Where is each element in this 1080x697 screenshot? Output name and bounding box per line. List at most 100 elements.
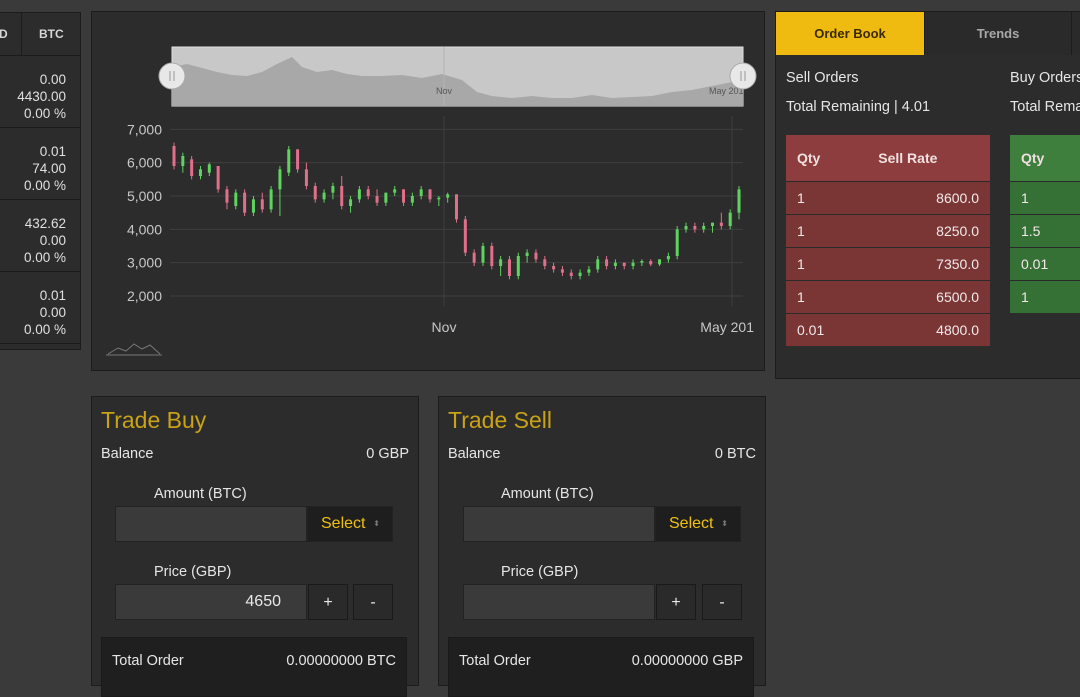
candle[interactable] xyxy=(287,146,291,176)
candle[interactable] xyxy=(349,196,353,213)
candle[interactable] xyxy=(463,216,467,256)
candle[interactable] xyxy=(322,189,326,203)
tab-trends[interactable]: Trends xyxy=(924,12,1072,55)
candle[interactable] xyxy=(366,186,370,200)
candle[interactable] xyxy=(225,186,229,210)
candle[interactable] xyxy=(702,222,706,233)
navigator-right-handle[interactable] xyxy=(729,62,757,90)
candle[interactable] xyxy=(587,266,591,276)
candle[interactable] xyxy=(737,186,741,220)
candle[interactable] xyxy=(419,186,423,200)
price-increment-button[interactable]: + xyxy=(308,584,348,620)
table-row[interactable]: 1 7350.0 xyxy=(786,247,990,281)
candle[interactable] xyxy=(190,156,194,180)
amount-input[interactable] xyxy=(463,506,655,542)
table-row[interactable]: 432.62 0.00 0.00 % xyxy=(0,200,80,272)
candlestick-plot[interactable] xyxy=(170,116,743,306)
candle[interactable] xyxy=(569,269,573,280)
price-input[interactable] xyxy=(463,584,655,620)
candle[interactable] xyxy=(172,142,176,170)
candle[interactable] xyxy=(446,192,450,203)
candle[interactable] xyxy=(437,196,441,206)
candle[interactable] xyxy=(622,262,626,270)
table-row[interactable]: 0.00 4430.00 0.00 % xyxy=(0,56,80,128)
candle[interactable] xyxy=(578,269,582,280)
table-row[interactable]: 1.5 xyxy=(1010,214,1080,248)
candle[interactable] xyxy=(543,256,547,270)
candle[interactable] xyxy=(198,166,202,180)
tab-extra[interactable] xyxy=(1072,12,1080,55)
candle[interactable] xyxy=(313,182,317,203)
candle[interactable] xyxy=(384,192,388,206)
candle[interactable] xyxy=(613,259,617,270)
price-chart-panel: Nov May 201 7,000 6,000 5,000 4,000 3,000 2,0… xyxy=(91,11,765,371)
candle[interactable] xyxy=(428,189,432,203)
amount-input[interactable] xyxy=(115,506,307,542)
table-row[interactable]: 0.01 xyxy=(1010,247,1080,281)
table-row[interactable]: 1 8250.0 xyxy=(786,214,990,248)
column-header-qty[interactable]: Qty xyxy=(1010,135,1080,182)
candle[interactable] xyxy=(658,259,662,266)
candle[interactable] xyxy=(216,166,220,193)
candle[interactable] xyxy=(649,259,653,266)
candle[interactable] xyxy=(666,252,670,263)
candle[interactable] xyxy=(340,176,344,210)
candle[interactable] xyxy=(278,166,282,216)
candle[interactable] xyxy=(243,189,247,216)
candle[interactable] xyxy=(516,252,520,280)
candle[interactable] xyxy=(304,162,308,190)
table-row[interactable]: 0.01 74.00 0.00 % xyxy=(0,128,80,200)
candle[interactable] xyxy=(684,222,688,233)
table-row[interactable]: 1 8600.0 xyxy=(786,181,990,215)
currency-select[interactable]: Select ⬍ xyxy=(655,506,741,542)
price-increment-button[interactable]: + xyxy=(656,584,696,620)
navigator-left-handle[interactable] xyxy=(158,62,186,90)
candle[interactable] xyxy=(490,242,494,270)
chart-navigator[interactable]: Nov May 201 xyxy=(158,46,757,107)
column-header-sell-rate[interactable]: Sell Rate xyxy=(850,135,990,182)
candle[interactable] xyxy=(393,186,397,196)
candle[interactable] xyxy=(507,256,511,280)
column-header-currency[interactable]: D xyxy=(0,13,22,55)
candle[interactable] xyxy=(719,212,723,230)
candle[interactable] xyxy=(331,182,335,200)
table-row[interactable]: 0.01 4800.0 xyxy=(786,313,990,346)
candle[interactable] xyxy=(269,186,273,213)
candle[interactable] xyxy=(455,194,458,223)
candle[interactable] xyxy=(181,152,185,173)
candle[interactable] xyxy=(296,149,300,173)
candle[interactable] xyxy=(605,256,609,270)
candle[interactable] xyxy=(357,186,361,203)
candle[interactable] xyxy=(675,226,679,260)
candle[interactable] xyxy=(693,222,697,233)
price-decrement-button[interactable]: - xyxy=(702,584,742,620)
price-decrement-button[interactable]: - xyxy=(353,584,393,620)
tab-order-book[interactable]: Order Book xyxy=(776,12,924,55)
candle[interactable] xyxy=(728,209,732,230)
candle[interactable] xyxy=(499,256,503,276)
candle[interactable] xyxy=(631,259,635,270)
currency-select[interactable]: Select ⬍ xyxy=(307,506,393,542)
candle[interactable] xyxy=(207,162,211,176)
table-row[interactable]: 1 xyxy=(1010,280,1080,313)
candle[interactable] xyxy=(596,256,600,273)
table-row[interactable]: 0.01 0.00 0.00 % xyxy=(0,272,80,344)
candle[interactable] xyxy=(251,196,255,216)
table-row[interactable]: 1 xyxy=(1010,181,1080,215)
candle[interactable] xyxy=(640,259,644,266)
candle[interactable] xyxy=(534,249,538,263)
candle[interactable] xyxy=(402,189,406,206)
candle[interactable] xyxy=(472,249,476,266)
candle[interactable] xyxy=(525,249,529,263)
table-row[interactable]: 1 6500.0 xyxy=(786,280,990,314)
candle[interactable] xyxy=(560,266,564,276)
column-header-qty[interactable]: Qty xyxy=(786,135,851,182)
candle[interactable] xyxy=(711,222,715,233)
candle[interactable] xyxy=(234,189,238,210)
candle[interactable] xyxy=(481,242,485,266)
candle[interactable] xyxy=(410,192,414,206)
candle[interactable] xyxy=(375,189,379,206)
price-input[interactable]: 4650 xyxy=(115,584,307,620)
column-header-btc[interactable]: BTC xyxy=(39,13,64,55)
candle[interactable] xyxy=(552,262,556,273)
